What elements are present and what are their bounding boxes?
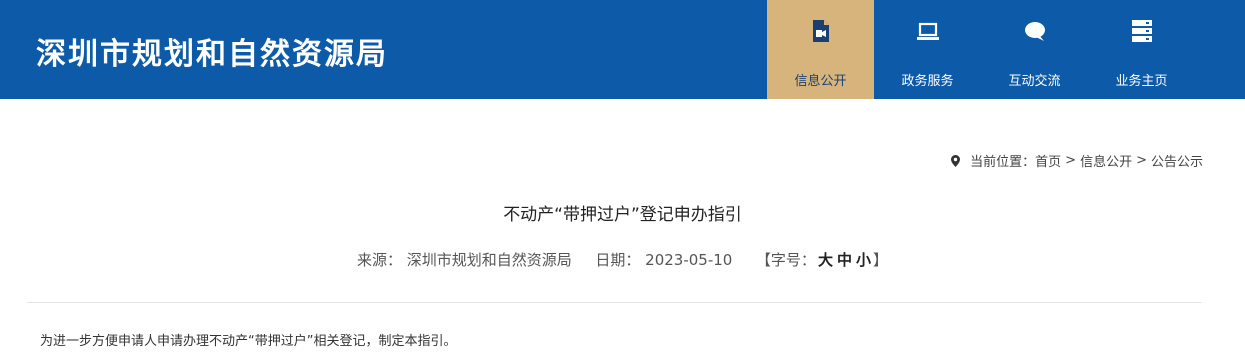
laptop-icon	[916, 18, 940, 44]
date-label: 日期：	[595, 251, 641, 269]
nav-item-government-services[interactable]: 政务服务	[874, 0, 981, 99]
nav-label: 政务服务	[901, 74, 954, 89]
font-size-close: 】	[872, 251, 888, 269]
nav-item-info-disclosure[interactable]: 信息公开	[767, 0, 874, 99]
source-value: 深圳市规划和自然资源局	[406, 251, 572, 269]
location-pin-icon	[951, 154, 961, 167]
font-size-large-button[interactable]: 大	[818, 251, 833, 269]
article-intro: 为进一步方便申请人申请办理不动产“带押过户”相关登记，制定本指引。	[40, 334, 457, 349]
breadcrumb-separator: >	[1136, 153, 1147, 168]
divider	[27, 302, 1202, 303]
main-nav: 信息公开 政务服务 互动交流 业务主页	[767, 0, 1195, 99]
article-title: 不动产“带押过户”登记申办指引	[503, 205, 742, 225]
nav-item-business-home[interactable]: 业务主页	[1088, 0, 1195, 99]
font-size-small-button[interactable]: 小	[856, 251, 871, 269]
nav-item-interaction[interactable]: 互动交流	[981, 0, 1088, 99]
date-value: 2023-05-10	[645, 251, 733, 269]
media-file-icon	[811, 18, 831, 44]
site-title[interactable]: 深圳市规划和自然资源局	[36, 29, 388, 73]
article-meta: 来源： 深圳市规划和自然资源局 日期： 2023-05-10 【字号：大中小】	[0, 249, 1245, 270]
site-header: 深圳市规划和自然资源局 信息公开 政务服务 互动交流 业务主页	[0, 0, 1245, 99]
breadcrumb-home[interactable]: 首页	[1035, 151, 1061, 170]
chat-bubble-icon	[1023, 18, 1047, 44]
breadcrumb: 当前位置： 首页 > 信息公开 > 公告公示	[951, 151, 1203, 170]
breadcrumb-prefix: 当前位置：	[970, 155, 1036, 170]
font-size-open: 【字号：	[755, 251, 816, 269]
nav-label: 互动交流	[1008, 74, 1061, 89]
breadcrumb-announcements[interactable]: 公告公示	[1151, 151, 1203, 170]
font-size-medium-button[interactable]: 中	[837, 251, 852, 269]
breadcrumb-separator: >	[1065, 153, 1077, 168]
breadcrumb-info-disclosure[interactable]: 信息公开	[1080, 151, 1132, 170]
server-stack-icon	[1131, 18, 1153, 44]
nav-label: 业务主页	[1115, 74, 1168, 89]
nav-label: 信息公开	[794, 74, 847, 89]
source-label: 来源：	[357, 251, 403, 269]
